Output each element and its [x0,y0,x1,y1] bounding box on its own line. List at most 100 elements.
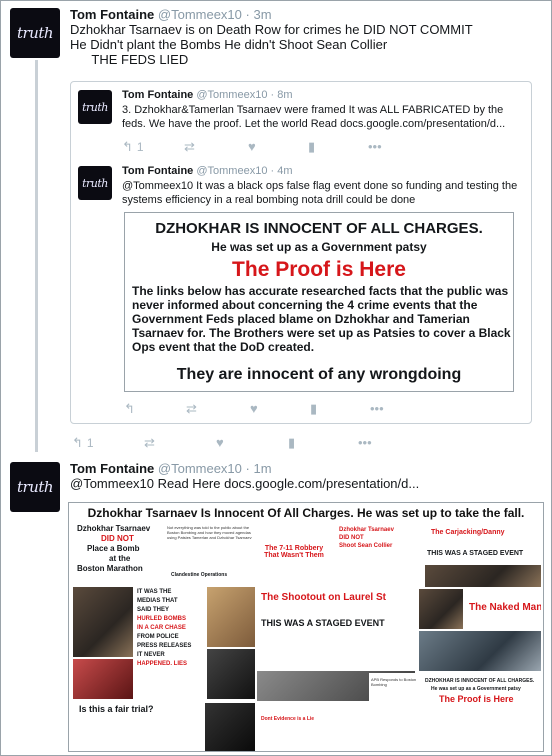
tweet-text-line: THE FEDS LIED [70,52,189,67]
collage-panel-marathon: Dzhokhar Tsarnaev DID NOT Place a Bomb a… [73,523,163,585]
analytics-icon: ▮ [310,401,318,416]
panel-text: The Naked Man [469,602,541,613]
timestamp[interactable]: · 4m [271,165,293,177]
panel-text: Clandestine Operations [171,572,228,578]
reply-count: 1 [136,140,144,154]
tweet-text-line: systems efficiency in a real bombing not… [122,194,416,206]
tweet-text-line: He Didn't plant the Bombs He didn't Shoo… [70,37,388,52]
analytics-button[interactable]: ▮ [310,401,317,417]
panel-text: Dzhokhar Tsarnaev [77,524,151,533]
panel-text: The 7-11 Robbery That Wasn't Them [264,545,324,560]
collage-photo [205,703,255,751]
collage-panel-laurel: The Shootout on Laurel St [257,589,415,607]
collage-panel-711: The 7-11 Robbery That Wasn't Them [257,525,331,585]
panel-text: PRESS RELEASES [137,643,192,649]
panel-text: Is this a fair trial? [79,704,154,714]
handle[interactable]: @Tommeex10 [158,7,242,22]
reply-icon: ↰ [122,139,133,154]
timestamp[interactable]: · 1m [246,461,272,476]
collage-panel-staged-2: THIS WAS A STAGED EVENT [257,615,415,633]
reply-icon: ↰ [72,435,83,450]
retweet-icon: ⇄ [144,435,155,450]
panel-text: Shoot Sean Collier [339,543,393,549]
panel-text: MEDIAS THAT [137,598,178,604]
more-icon: ••• [358,435,372,450]
reply-button[interactable]: ↰ [124,401,135,417]
reply-button[interactable]: ↰ 1 [122,139,144,155]
more-icon: ••• [370,401,384,416]
panel-text: DID NOT [101,534,134,543]
tweet-text: Dzhokhar Tsarnaev is on Death Row for cr… [70,22,473,67]
tweet-text-line: @Tommeex10 It was a black ops false flag… [122,180,518,192]
more-icon: ••• [368,139,382,154]
panel-text: Boston Marathon [77,564,143,573]
panel-text: IT NEVER [137,652,165,658]
panel-text: DID NOT [339,535,364,541]
panel-text: Dzhokhar Tsarnaev [339,527,394,533]
poster-body: The links below has accurate researched … [132,284,511,354]
poster-subheadline: He was set up as a Government patsy [211,240,427,254]
analytics-button[interactable]: ▮ [308,139,315,155]
collage-photo [207,587,255,647]
panel-text: at the [109,554,131,563]
retweet-button[interactable]: ⇄ [184,139,195,155]
avatar[interactable]: truth [10,462,60,512]
panel-text: The Proof is Here [439,694,514,704]
tweet-header: Tom Fontaine @Tommeex10 · 1m [70,461,272,476]
like-button[interactable]: ♥ [216,435,224,450]
analytics-button[interactable]: ▮ [288,435,295,451]
timestamp[interactable]: · 8m [271,89,293,101]
display-name[interactable]: Tom Fontaine [122,89,193,101]
more-button[interactable]: ••• [368,139,382,154]
like-button[interactable]: ♥ [248,139,256,154]
collage-photo [419,631,541,671]
collage-photo [425,565,541,587]
panel-text: THIS WAS A STAGED EVENT [261,618,385,628]
timestamp[interactable]: · 3m [246,7,272,22]
display-name[interactable]: Tom Fontaine [70,7,154,22]
more-button[interactable]: ••• [370,401,384,416]
retweet-icon: ⇄ [186,401,197,416]
panel-text: IN A CAR CHASE [137,625,186,631]
panel-text: Dont Evidence is a Lie [261,716,315,722]
panel-text: DZHOKHAR IS INNOCENT OF ALL CHARGES. [425,678,535,684]
heart-icon: ♥ [248,139,256,154]
panel-text: APB Responds to Boston Bombing [371,677,417,687]
attached-image-poster[interactable]: DZHOKHAR IS INNOCENT OF ALL CHARGES. He … [124,212,514,392]
collage-photo [419,589,463,629]
collage-photo [207,649,255,699]
handle[interactable]: @Tommeex10 [196,89,267,101]
tweet-text: @Tommeex10 It was a black ops false flag… [122,179,517,207]
tweet-text-line: feds. We have the proof. Let the world R… [122,118,506,130]
collage-panel-carjacking: The Carjacking/Danny [425,525,541,543]
heart-icon: ♥ [250,401,258,416]
thread-connector [35,60,38,452]
retweet-button[interactable]: ⇄ [186,401,197,417]
panel-text: HAPPENED. LIES [137,661,188,667]
collage-panel-evidence: Dont Evidence is a Lie [257,703,335,751]
avatar[interactable]: truth [78,90,112,124]
handle[interactable]: @Tommeex10 [196,165,267,177]
handle[interactable]: @Tommeex10 [158,461,242,476]
collage-panel-proof: DZHOKHAR IS INNOCENT OF ALL CHARGES. He … [421,673,541,751]
tweet-header: Tom Fontaine @Tommeex10 · 3m [70,7,272,22]
panel-text: IT WAS THE [137,589,172,595]
display-name[interactable]: Tom Fontaine [122,165,193,177]
tweet-text: 3. Dzhokhar&Tamerlan Tsarnaev were frame… [122,103,505,131]
reply-button[interactable]: ↰ 1 [72,435,94,451]
collage-panel-apb: APB Responds to Boston Bombing [369,673,419,749]
retweet-button[interactable]: ⇄ [144,435,155,451]
avatar[interactable]: truth [10,8,60,58]
heart-icon: ♥ [216,435,224,450]
panel-text: He was set up as a Government patsy [431,686,521,692]
avatar[interactable]: truth [78,166,112,200]
collage-photo [73,587,133,657]
tweet-text-line: @Tommeex10 Read Here docs.google.com/pre… [70,476,420,491]
collage-panel-trial: Is this a fair trial? [73,703,201,751]
retweet-icon: ⇄ [184,139,195,154]
display-name[interactable]: Tom Fontaine [70,461,154,476]
more-button[interactable]: ••• [358,435,372,450]
like-button[interactable]: ♥ [250,401,258,416]
collage-photo [73,659,133,699]
attached-image-collage[interactable]: Dzhokhar Tsarnaev Is Innocent Of All Cha… [68,502,544,752]
